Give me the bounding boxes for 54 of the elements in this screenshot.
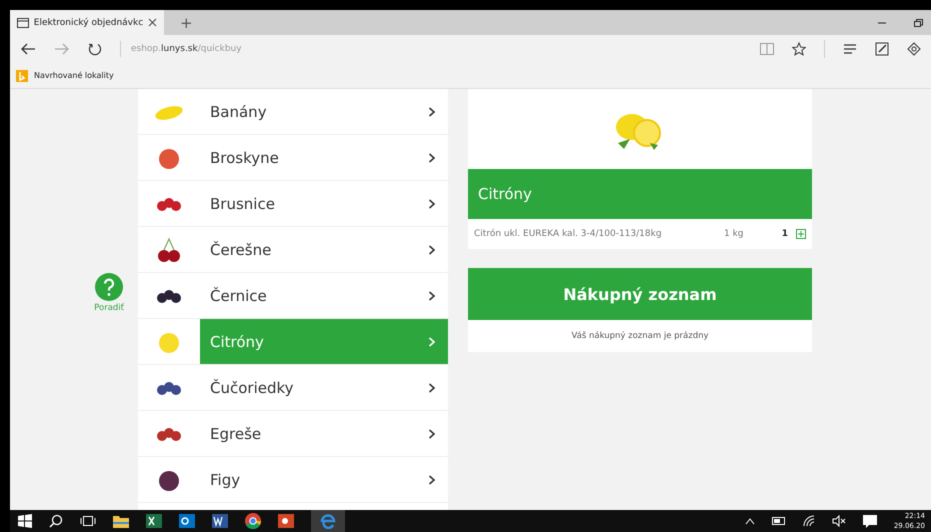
share-icon[interactable] xyxy=(907,42,921,56)
quantity-value: 1 xyxy=(780,229,788,239)
category-item[interactable]: Broskyne xyxy=(200,135,448,180)
empty-list-message: Váš nákupný zoznam je prázdny xyxy=(571,331,709,341)
spreadsheet-icon[interactable] xyxy=(146,514,162,528)
caret-up-icon[interactable] xyxy=(744,517,755,525)
category-item[interactable]: Banány xyxy=(200,89,448,134)
category-item[interactable]: Figy xyxy=(200,457,448,502)
wifi-icon[interactable] xyxy=(802,515,815,527)
category-item[interactable]: Černice xyxy=(200,273,448,318)
presentation-icon[interactable] xyxy=(278,514,294,528)
chevron-icon xyxy=(428,474,436,484)
category-item[interactable]: Čerešne xyxy=(200,227,448,272)
start-icon[interactable] xyxy=(18,514,32,528)
pen-icon[interactable] xyxy=(875,42,889,56)
shopping-list-header: Nákupný zoznam xyxy=(468,268,812,320)
restore-icon[interactable] xyxy=(913,18,923,28)
chevron-icon xyxy=(428,336,436,346)
hub-icon[interactable] xyxy=(843,43,857,55)
tab-page-icon xyxy=(17,18,29,28)
category-item[interactable]: Čučoriedky xyxy=(200,365,448,410)
reading-view-icon[interactable] xyxy=(760,43,774,55)
search-icon[interactable] xyxy=(49,514,63,528)
back-icon[interactable] xyxy=(20,43,36,55)
chevron-icon xyxy=(428,152,436,162)
chevron-icon xyxy=(428,382,436,392)
document-icon[interactable] xyxy=(212,514,228,528)
refresh-icon[interactable] xyxy=(88,42,102,56)
folder-icon[interactable] xyxy=(113,514,129,528)
chevron-icon xyxy=(428,198,436,208)
browser-tab[interactable]: Elektronický objednávkc xyxy=(10,10,164,35)
chevron-icon xyxy=(428,290,436,300)
star-icon[interactable] xyxy=(792,42,806,56)
address-field[interactable]: eshop.lunys.sk/quickbuy xyxy=(120,41,742,57)
battery-icon[interactable] xyxy=(772,517,786,525)
notification-icon[interactable] xyxy=(862,514,877,528)
mail-icon[interactable] xyxy=(179,514,195,528)
product-category-header: Citróny xyxy=(468,169,812,219)
chevron-icon xyxy=(428,244,436,254)
add-icon[interactable] xyxy=(796,229,806,239)
product-unit: 1 kg xyxy=(724,229,745,239)
browser-e-icon[interactable] xyxy=(320,513,336,529)
close-icon[interactable] xyxy=(148,18,157,27)
new-tab-button[interactable]: + xyxy=(176,10,197,35)
task-view-icon[interactable] xyxy=(80,515,96,527)
question-icon xyxy=(95,272,124,300)
volume-muted-icon[interactable] xyxy=(832,515,846,527)
product-name: Citrón ukl. EUREKA kal. 3-4/100-113/18kg xyxy=(474,229,663,239)
favorites-link[interactable]: Navrhované lokality xyxy=(34,71,114,80)
bing-icon xyxy=(16,70,28,82)
chevron-icon xyxy=(428,106,436,116)
category-item[interactable]: Brusnice xyxy=(200,181,448,226)
category-item[interactable]: Egreše xyxy=(200,411,448,456)
chevron-icon xyxy=(428,428,436,438)
